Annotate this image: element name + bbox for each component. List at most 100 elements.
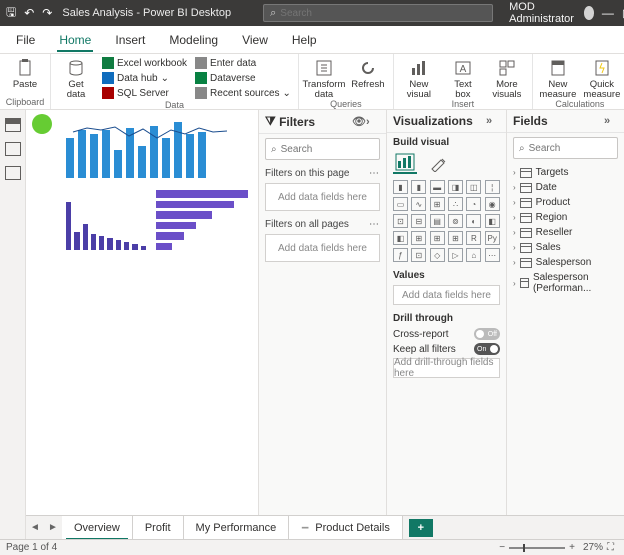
new-measure-button[interactable]: New measure (537, 56, 579, 99)
expand-icon[interactable]: » (604, 115, 618, 127)
tab-profit[interactable]: Profit (133, 516, 184, 540)
viz-type[interactable]: ⊞ (448, 231, 463, 245)
tab-my-performance[interactable]: My Performance (184, 516, 290, 540)
viz-type[interactable]: ⌂ (466, 248, 481, 262)
viz-type[interactable]: ⊞ (430, 231, 445, 245)
viz-type[interactable]: ▤ (430, 214, 445, 228)
viz-type[interactable]: ▮ (411, 180, 426, 194)
menu-help[interactable]: Help (282, 29, 327, 51)
zoom-slider[interactable] (509, 547, 565, 549)
field-table[interactable]: ›Sales (513, 240, 618, 255)
redo-icon[interactable]: ↷ (42, 6, 52, 20)
chart-combo[interactable] (66, 120, 236, 178)
viz-type[interactable]: Py (485, 231, 500, 245)
tab-overview[interactable]: Overview (62, 516, 133, 540)
data-view-icon[interactable] (5, 142, 21, 156)
viz-type[interactable]: ▷ (448, 248, 463, 262)
eye-icon[interactable]: 👁 (352, 115, 366, 128)
data-hub-button[interactable]: Data hub ⌄ (99, 71, 190, 85)
excel-workbook-button[interactable]: Excel workbook (99, 56, 190, 70)
save-icon[interactable]: 🖫 (6, 3, 16, 24)
more-visuals-button[interactable]: More visuals (486, 56, 528, 99)
menu-modeling[interactable]: Modeling (159, 29, 228, 51)
fit-page-icon[interactable]: ⛶ (603, 542, 618, 553)
viz-type[interactable]: ƒ (393, 248, 408, 262)
viz-type[interactable]: ◐ (466, 214, 481, 228)
refresh-button[interactable]: Refresh (347, 56, 389, 90)
filters-search[interactable]: ⌕ (265, 138, 380, 160)
viz-type[interactable]: ⋯ (485, 248, 500, 262)
menu-file[interactable]: File (6, 29, 45, 51)
titlebar-search-input[interactable] (280, 8, 486, 19)
transform-data-button[interactable]: Transform data (303, 56, 345, 99)
tab-next[interactable]: ► (44, 522, 62, 533)
viz-type[interactable]: ◫ (466, 180, 481, 194)
dataverse-button[interactable]: Dataverse (192, 71, 294, 85)
recent-sources-button[interactable]: Recent sources ⌄ (192, 86, 294, 100)
viz-type[interactable]: ¦ (485, 180, 500, 194)
field-table[interactable]: ›Region (513, 210, 618, 225)
viz-type[interactable]: ◔ (466, 197, 481, 211)
more-icon[interactable]: ⋯ (369, 219, 380, 230)
expand-icon[interactable]: » (486, 115, 500, 127)
viz-type[interactable]: ▮ (393, 180, 408, 194)
minimize-icon[interactable]: ― (602, 6, 614, 20)
field-table[interactable]: ›Salesperson (Performan... (513, 270, 618, 296)
menu-view[interactable]: View (232, 29, 278, 51)
viz-type[interactable]: ▬ (430, 180, 445, 194)
tab-prev[interactable]: ◄ (26, 522, 44, 533)
fields-search[interactable]: ⌕ (513, 137, 618, 159)
chart-horizontal-bars[interactable] (156, 190, 256, 250)
values-dropzone[interactable]: Add data fields here (393, 285, 500, 305)
zoom-in-button[interactable]: + (565, 542, 579, 553)
viz-type[interactable]: ◉ (485, 197, 500, 211)
viz-type[interactable]: ⊡ (393, 214, 408, 228)
user-label[interactable]: MOD Administrator (509, 1, 594, 25)
format-visual-tab[interactable] (427, 152, 451, 174)
get-data-button[interactable]: Get data (55, 56, 97, 99)
viz-type[interactable]: ▭ (393, 197, 408, 211)
filters-page-dropzone[interactable]: Add data fields here (265, 183, 380, 211)
menu-insert[interactable]: Insert (105, 29, 155, 51)
filters-all-dropzone[interactable]: Add data fields here (265, 234, 380, 262)
tab-product-details[interactable]: 🗕Product Details (289, 516, 403, 540)
viz-type[interactable]: R (466, 231, 481, 245)
text-box-button[interactable]: AText box (442, 56, 484, 99)
field-table[interactable]: ›Salesperson (513, 255, 618, 270)
viz-type[interactable]: ⊞ (430, 197, 445, 211)
quick-measure-button[interactable]: Quick measure (581, 56, 623, 99)
field-table[interactable]: ›Targets (513, 165, 618, 180)
new-visual-button[interactable]: New visual (398, 56, 440, 99)
report-view-icon[interactable] (5, 118, 21, 132)
paste-button[interactable]: Paste (4, 56, 46, 90)
add-page-button[interactable]: + (409, 519, 433, 537)
viz-type[interactable]: ⊚ (448, 214, 463, 228)
viz-type[interactable]: ⊞ (411, 231, 426, 245)
more-icon[interactable]: ⋯ (369, 168, 380, 179)
build-visual-tab[interactable] (393, 152, 417, 174)
report-canvas[interactable] (26, 110, 258, 539)
enter-data-button[interactable]: Enter data (192, 56, 294, 70)
menu-home[interactable]: Home (49, 29, 101, 51)
viz-type[interactable]: ⊡ (411, 248, 426, 262)
viz-type[interactable]: ◧ (485, 214, 500, 228)
viz-type[interactable]: ⊟ (411, 214, 426, 228)
zoom-out-button[interactable]: − (495, 542, 509, 553)
field-table[interactable]: ›Product (513, 195, 618, 210)
viz-type[interactable]: ◧ (393, 231, 408, 245)
keep-filters-toggle[interactable]: On (474, 343, 500, 355)
undo-icon[interactable]: ↶ (24, 6, 34, 20)
field-table[interactable]: ›Reseller (513, 225, 618, 240)
titlebar-search[interactable]: ⌕ (263, 4, 493, 22)
zoom-value[interactable]: 27% (583, 542, 603, 553)
viz-type[interactable]: ∿ (411, 197, 426, 211)
drill-fields-dropzone[interactable]: Add drill-through fields here (393, 358, 500, 378)
model-view-icon[interactable] (5, 166, 21, 180)
cross-report-toggle[interactable]: Off (474, 328, 500, 340)
viz-type[interactable]: ◨ (448, 180, 463, 194)
field-table[interactable]: ›Date (513, 180, 618, 195)
viz-type[interactable]: ∴ (448, 197, 463, 211)
collapse-icon[interactable]: › (366, 116, 380, 128)
chart-small-bars[interactable] (66, 195, 146, 250)
sql-server-button[interactable]: SQL Server (99, 86, 190, 100)
